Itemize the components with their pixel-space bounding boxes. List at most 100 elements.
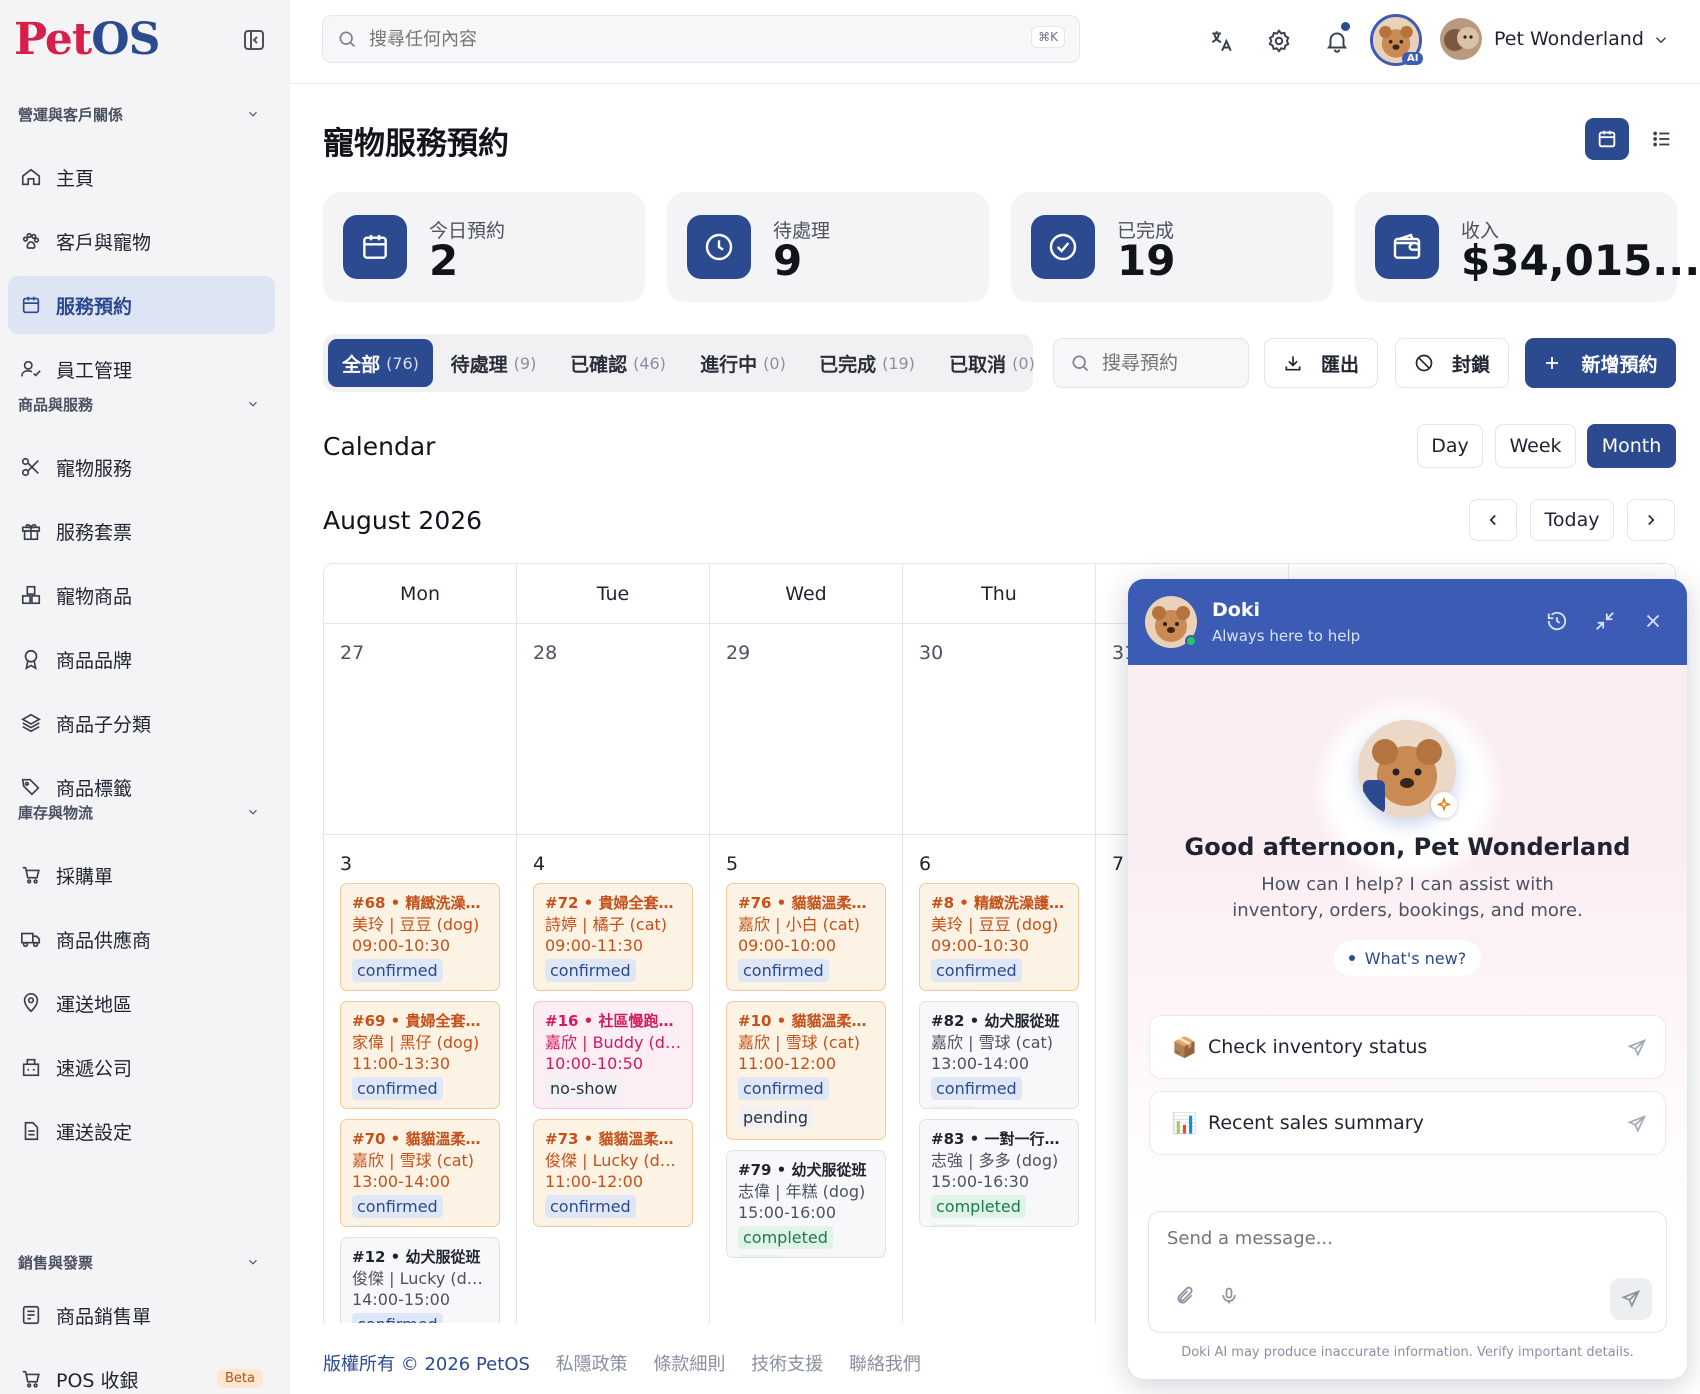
chevron-down-icon[interactable] — [1652, 31, 1670, 49]
chat-message-input[interactable] — [1167, 1228, 1647, 1264]
sidebar-section-title: 商品與服務 — [18, 396, 94, 414]
new-booking-button[interactable]: 新增預約 — [1525, 338, 1676, 388]
minimize-icon[interactable] — [1594, 610, 1616, 632]
petos-logo[interactable]: PetOS — [14, 14, 160, 65]
list-view-button[interactable] — [1640, 118, 1684, 160]
send-button[interactable] — [1610, 1278, 1652, 1320]
range-button[interactable]: Month — [1587, 424, 1676, 468]
day-number: 3 — [340, 853, 353, 875]
global-search[interactable]: ⌘K — [322, 15, 1080, 63]
sidebar-item[interactable]: 服務套票 — [8, 502, 275, 560]
booking-event[interactable]: #16 • 社區慢跑… 嘉欣 | Buddy (dog) 10:00-10:50 no… — [533, 1001, 693, 1109]
day-number: 28 — [533, 642, 558, 664]
sidebar-item[interactable]: 主頁 — [8, 148, 275, 206]
status-tab[interactable]: 已完成 (19) — [809, 339, 925, 387]
status-tab[interactable]: 已取消 (0) — [935, 339, 1049, 387]
stat-card: 今日預約 2 — [323, 192, 645, 302]
chat-greeting: Good afternoon, Pet Wonderland — [1184, 833, 1631, 861]
sidebar-item[interactable]: 寵物商品 — [8, 566, 275, 624]
history-icon[interactable] — [1546, 610, 1568, 632]
sidebar-item[interactable]: 商品子分類 — [8, 694, 275, 752]
calendar-day-cell[interactable]: 28 — [517, 624, 710, 835]
footer-link-privacy[interactable]: 私隱政策 — [556, 1354, 628, 1375]
translate-icon[interactable] — [1208, 28, 1234, 54]
booking-event[interactable]: #12 • 幼犬服從班俊傑 | Lucky (dog) 14:00-15:00 co… — [340, 1237, 500, 1323]
tab-count: (46) — [633, 353, 666, 373]
user-name[interactable]: Pet Wonderland — [1494, 28, 1644, 50]
sidebar-section-header[interactable]: 商品與服務 — [18, 394, 270, 420]
booking-search-input[interactable] — [1102, 352, 1242, 374]
status-badge: completed — [931, 1195, 1026, 1218]
footer-link-support[interactable]: 技術支援 — [751, 1354, 823, 1375]
status-tab[interactable]: 全部 (76) — [328, 339, 433, 387]
range-button[interactable]: Week — [1495, 424, 1576, 468]
sidebar-item[interactable]: 商品銷售單 — [8, 1286, 275, 1344]
bell-icon[interactable] — [1324, 28, 1350, 54]
booking-event[interactable]: #68 • 精緻洗澡… 美玲 | 豆豆 (dog) 09:00-10:30 confi… — [340, 883, 500, 991]
block-button[interactable]: 封鎖 — [1395, 338, 1509, 388]
booking-event[interactable]: #69 • 貴婦全套… 家偉 | 黑仔 (dog) 11:00-13:30 confi… — [340, 1001, 500, 1109]
next-month-button[interactable] — [1627, 499, 1675, 541]
sidebar-item[interactable]: 運送設定 — [8, 1102, 275, 1160]
sidebar-collapse-icon[interactable] — [242, 28, 266, 52]
sidebar-item[interactable]: 寵物服務 — [8, 438, 275, 496]
microphone-icon[interactable] — [1219, 1286, 1239, 1306]
calendar-day-cell[interactable]: 3 #68 • 精緻洗澡… 美玲 | 豆豆 (dog) 09:00-10:30 conf… — [324, 835, 517, 1323]
chat-suggestion[interactable]: 📊 Recent sales summary — [1149, 1091, 1666, 1155]
sidebar-item[interactable]: 運送地區 — [8, 974, 275, 1032]
sidebar-item[interactable]: 速遞公司 — [8, 1038, 275, 1096]
prev-month-button[interactable] — [1469, 499, 1517, 541]
weekday-header: Tue — [517, 564, 710, 624]
close-icon[interactable] — [1642, 610, 1664, 632]
sidebar-item[interactable]: POS 收銀 Beta — [8, 1350, 275, 1394]
booking-event[interactable]: #82 • 幼犬服從班 嘉欣 | 雪球 (cat) 13:00-14:00 confi… — [919, 1001, 1079, 1109]
sidebar-item[interactable]: 員工管理 — [8, 340, 275, 398]
sidebar-item-label: 員工管理 — [56, 359, 133, 382]
sidebar-section-header[interactable]: 營運與客戶關係 — [18, 104, 270, 130]
sidebar-item[interactable]: 服務預約 — [8, 276, 275, 334]
sidebar-section-header[interactable]: 庫存與物流 — [18, 802, 270, 828]
sidebar-item[interactable]: 商品供應商 — [8, 910, 275, 968]
export-button[interactable]: 匯出 — [1264, 338, 1378, 388]
sidebar-item[interactable]: 客戶與寵物 — [8, 212, 275, 270]
booking-event[interactable]: #76 • 貓貓溫柔… 嘉欣 | 小白 (cat) 09:00-10:00 confi… — [726, 883, 886, 991]
sidebar-item[interactable]: 商品品牌 — [8, 630, 275, 688]
chat-suggestion[interactable]: 📦 Check inventory status — [1149, 1015, 1666, 1079]
booking-event[interactable]: #70 • 貓貓溫柔… 嘉欣 | 雪球 (cat) 13:00-14:00 confi… — [340, 1119, 500, 1227]
booking-event[interactable]: #10 • 貓貓溫柔… 嘉欣 | 雪球 (cat) 11:00-12:00 confi… — [726, 1001, 886, 1140]
truck-icon — [21, 932, 41, 948]
footer-link-contact[interactable]: 聯絡我們 — [849, 1354, 921, 1375]
booking-event[interactable]: #72 • 貴婦全套… 詩婷 | 橘子 (cat) 09:00-11:30 confi… — [533, 883, 693, 991]
status-tab[interactable]: 待處理 (9) — [439, 339, 548, 387]
booking-search[interactable] — [1053, 338, 1249, 388]
calendar-day-cell[interactable]: 30 — [903, 624, 1096, 835]
sidebar-item[interactable]: 採購單 — [8, 846, 275, 904]
calendar-icon — [363, 235, 387, 259]
whats-new-button[interactable]: What's new? — [1334, 940, 1481, 976]
range-button[interactable]: Day — [1417, 424, 1483, 468]
booking-event[interactable]: #79 • 幼犬服從班 志偉 | 年糕 (dog) 15:00-16:00 compl… — [726, 1150, 886, 1258]
calendar-day-cell[interactable]: 6 #8 • 精緻洗澡護… 美玲 | 豆豆 (dog) 09:00-10:30 conf… — [903, 835, 1096, 1323]
avatar[interactable] — [1440, 18, 1482, 60]
event-client: 嘉欣 | 小白 (cat) — [738, 915, 861, 934]
booking-event[interactable]: #8 • 精緻洗澡護… 美玲 | 豆豆 (dog) 09:00-10:30 confi… — [919, 883, 1079, 991]
calendar-day-cell[interactable]: 5 #76 • 貓貓溫柔… 嘉欣 | 小白 (cat) 09:00-10:00 conf… — [710, 835, 903, 1323]
footer-link-terms[interactable]: 條款細則 — [653, 1354, 725, 1375]
sidebar-section-header[interactable]: 銷售與發票 — [18, 1252, 270, 1278]
today-button[interactable]: Today — [1530, 499, 1614, 541]
sidebar-section-title: 營運與客戶關係 — [18, 106, 124, 124]
calendar-day-cell[interactable]: 27 — [324, 624, 517, 835]
footer-copyright: 版權所有 © 2026 PetOS — [323, 1354, 530, 1375]
calendar-day-cell[interactable]: 4 #72 • 貴婦全套… 詩婷 | 橘子 (cat) 09:00-11:30 conf… — [517, 835, 710, 1323]
gear-icon[interactable] — [1266, 28, 1292, 54]
event-time: 14:00-15:00 — [352, 1290, 450, 1309]
booking-event[interactable]: #73 • 貓貓溫柔… 俊傑 | Lucky (dog) 11:00-12:00 co… — [533, 1119, 693, 1227]
booking-event[interactable]: #83 • 一對一行… 志強 | 多多 (dog) 15:00-16:30 compl… — [919, 1119, 1079, 1227]
calendar-view-button[interactable] — [1585, 118, 1629, 160]
search-input[interactable] — [369, 28, 1009, 50]
status-tab[interactable]: 已確認 (46) — [559, 339, 677, 387]
status-tab[interactable]: 進行中 (0) — [687, 339, 799, 387]
calendar-day-cell[interactable]: 29 — [710, 624, 903, 835]
paperclip-icon[interactable] — [1175, 1286, 1195, 1306]
event-client: 志強 | 多多 (dog) — [931, 1151, 1059, 1170]
